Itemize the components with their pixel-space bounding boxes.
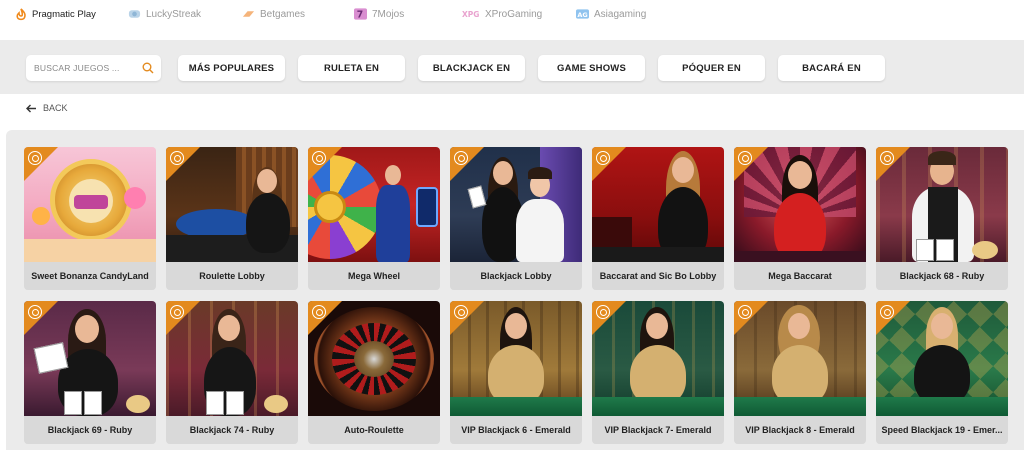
- game-card-vip-blackjack-6-emerald[interactable]: VIP Blackjack 6 - Emerald: [450, 301, 582, 444]
- live-icon: [454, 305, 468, 319]
- provider-label: XProGaming: [485, 8, 543, 20]
- game-title: Blackjack 69 - Ruby: [24, 416, 156, 444]
- game-title: VIP Blackjack 7- Emerald: [592, 416, 724, 444]
- live-icon: [170, 151, 184, 165]
- filter-ruleta-button[interactable]: RULETA EN: [298, 55, 405, 81]
- provider-asiagaming[interactable]: AG Asiagaming: [576, 0, 646, 28]
- game-title: Speed Blackjack 19 - Emer...: [876, 416, 1008, 444]
- filter-game-shows-button[interactable]: GAME SHOWS: [538, 55, 645, 81]
- xprogaming-icon: XPG: [462, 8, 480, 21]
- betgames-icon: [242, 8, 255, 21]
- provider-label: Asiagaming: [594, 8, 647, 20]
- provider-label: 7Mojos: [372, 8, 405, 20]
- svg-text:7: 7: [357, 10, 363, 21]
- game-title: Mega Baccarat: [734, 262, 866, 290]
- pragmatic-icon: [14, 7, 27, 21]
- provider-pragmatic-play[interactable]: Pragmatic Play: [14, 0, 96, 28]
- back-link[interactable]: BACK: [26, 103, 68, 113]
- game-card-speed-blackjack-19-emerald[interactable]: Speed Blackjack 19 - Emer...: [876, 301, 1008, 444]
- game-card-roulette-lobby[interactable]: Roulette Lobby: [166, 147, 298, 290]
- live-icon: [738, 305, 752, 319]
- filter-blackjack-button[interactable]: BLACKJACK EN: [418, 55, 525, 81]
- game-title: Mega Wheel: [308, 262, 440, 290]
- live-icon: [880, 305, 894, 319]
- filter-mas-populares-button[interactable]: MÁS POPULARES: [178, 55, 285, 81]
- live-icon: [454, 151, 468, 165]
- game-title: Sweet Bonanza CandyLand: [24, 262, 156, 290]
- 7mojos-icon: 7: [354, 8, 367, 21]
- search-box: [26, 55, 161, 81]
- game-card-auto-roulette[interactable]: Auto-Roulette: [308, 301, 440, 444]
- provider-betgames[interactable]: Betgames: [242, 0, 305, 28]
- game-card-sweet-bonanza[interactable]: Sweet Bonanza CandyLand: [24, 147, 156, 290]
- live-icon: [880, 151, 894, 165]
- game-title: Blackjack 68 - Ruby: [876, 262, 1008, 290]
- live-icon: [28, 305, 42, 319]
- live-icon: [28, 151, 42, 165]
- filter-poquer-button[interactable]: PÓQUER EN: [658, 55, 765, 81]
- game-card-vip-blackjack-7-emerald[interactable]: VIP Blackjack 7- Emerald: [592, 301, 724, 444]
- live-icon: [596, 305, 610, 319]
- game-card-blackjack-74-ruby[interactable]: Blackjack 74 - Ruby: [166, 301, 298, 444]
- search-input[interactable]: [34, 63, 139, 73]
- game-card-mega-baccarat[interactable]: Mega Baccarat: [734, 147, 866, 290]
- provider-xprogaming[interactable]: XPG XProGaming: [462, 0, 542, 28]
- asiagaming-icon: AG: [576, 8, 589, 21]
- game-card-blackjack-68-ruby[interactable]: Blackjack 68 - Ruby: [876, 147, 1008, 290]
- game-card-blackjack-lobby[interactable]: Blackjack Lobby: [450, 147, 582, 290]
- game-title: Baccarat and Sic Bo Lobby: [592, 262, 724, 290]
- svg-text:XPG: XPG: [462, 10, 479, 19]
- provider-bar: Pragmatic Play LuckyStreak Betgames 7 7M…: [0, 0, 1024, 28]
- game-card-blackjack-69-ruby[interactable]: Blackjack 69 - Ruby: [24, 301, 156, 444]
- filter-bacara-button[interactable]: BACARÁ EN: [778, 55, 885, 81]
- game-title: Blackjack Lobby: [450, 262, 582, 290]
- provider-label: LuckyStreak: [146, 8, 202, 20]
- live-icon: [596, 151, 610, 165]
- game-title: VIP Blackjack 8 - Emerald: [734, 416, 866, 444]
- provider-7mojos[interactable]: 7 7Mojos: [354, 0, 404, 28]
- game-card-baccarat-sicbo-lobby[interactable]: Baccarat and Sic Bo Lobby: [592, 147, 724, 290]
- game-card-mega-wheel[interactable]: Mega Wheel: [308, 147, 440, 290]
- provider-luckystreak[interactable]: LuckyStreak: [128, 0, 201, 28]
- live-icon: [738, 151, 752, 165]
- live-icon: [170, 305, 184, 319]
- games-grid: Sweet Bonanza CandyLand Roulette Lobby M…: [6, 130, 1024, 450]
- filter-bar: MÁS POPULARES RULETA EN BLACKJACK EN GAM…: [0, 40, 1024, 94]
- luckystreak-icon: [128, 8, 141, 21]
- provider-label: Betgames: [260, 8, 306, 20]
- game-card-vip-blackjack-8-emerald[interactable]: VIP Blackjack 8 - Emerald: [734, 301, 866, 444]
- svg-text:AG: AG: [577, 11, 587, 19]
- game-title: Auto-Roulette: [308, 416, 440, 444]
- provider-label: Pragmatic Play: [32, 8, 96, 20]
- live-icon: [312, 305, 326, 319]
- back-label: BACK: [43, 103, 68, 113]
- game-title: Roulette Lobby: [166, 262, 298, 290]
- game-title: VIP Blackjack 6 - Emerald: [450, 416, 582, 444]
- arrow-left-icon: [26, 104, 36, 112]
- search-icon[interactable]: [142, 62, 154, 74]
- live-icon: [312, 151, 326, 165]
- game-title: Blackjack 74 - Ruby: [166, 416, 298, 444]
